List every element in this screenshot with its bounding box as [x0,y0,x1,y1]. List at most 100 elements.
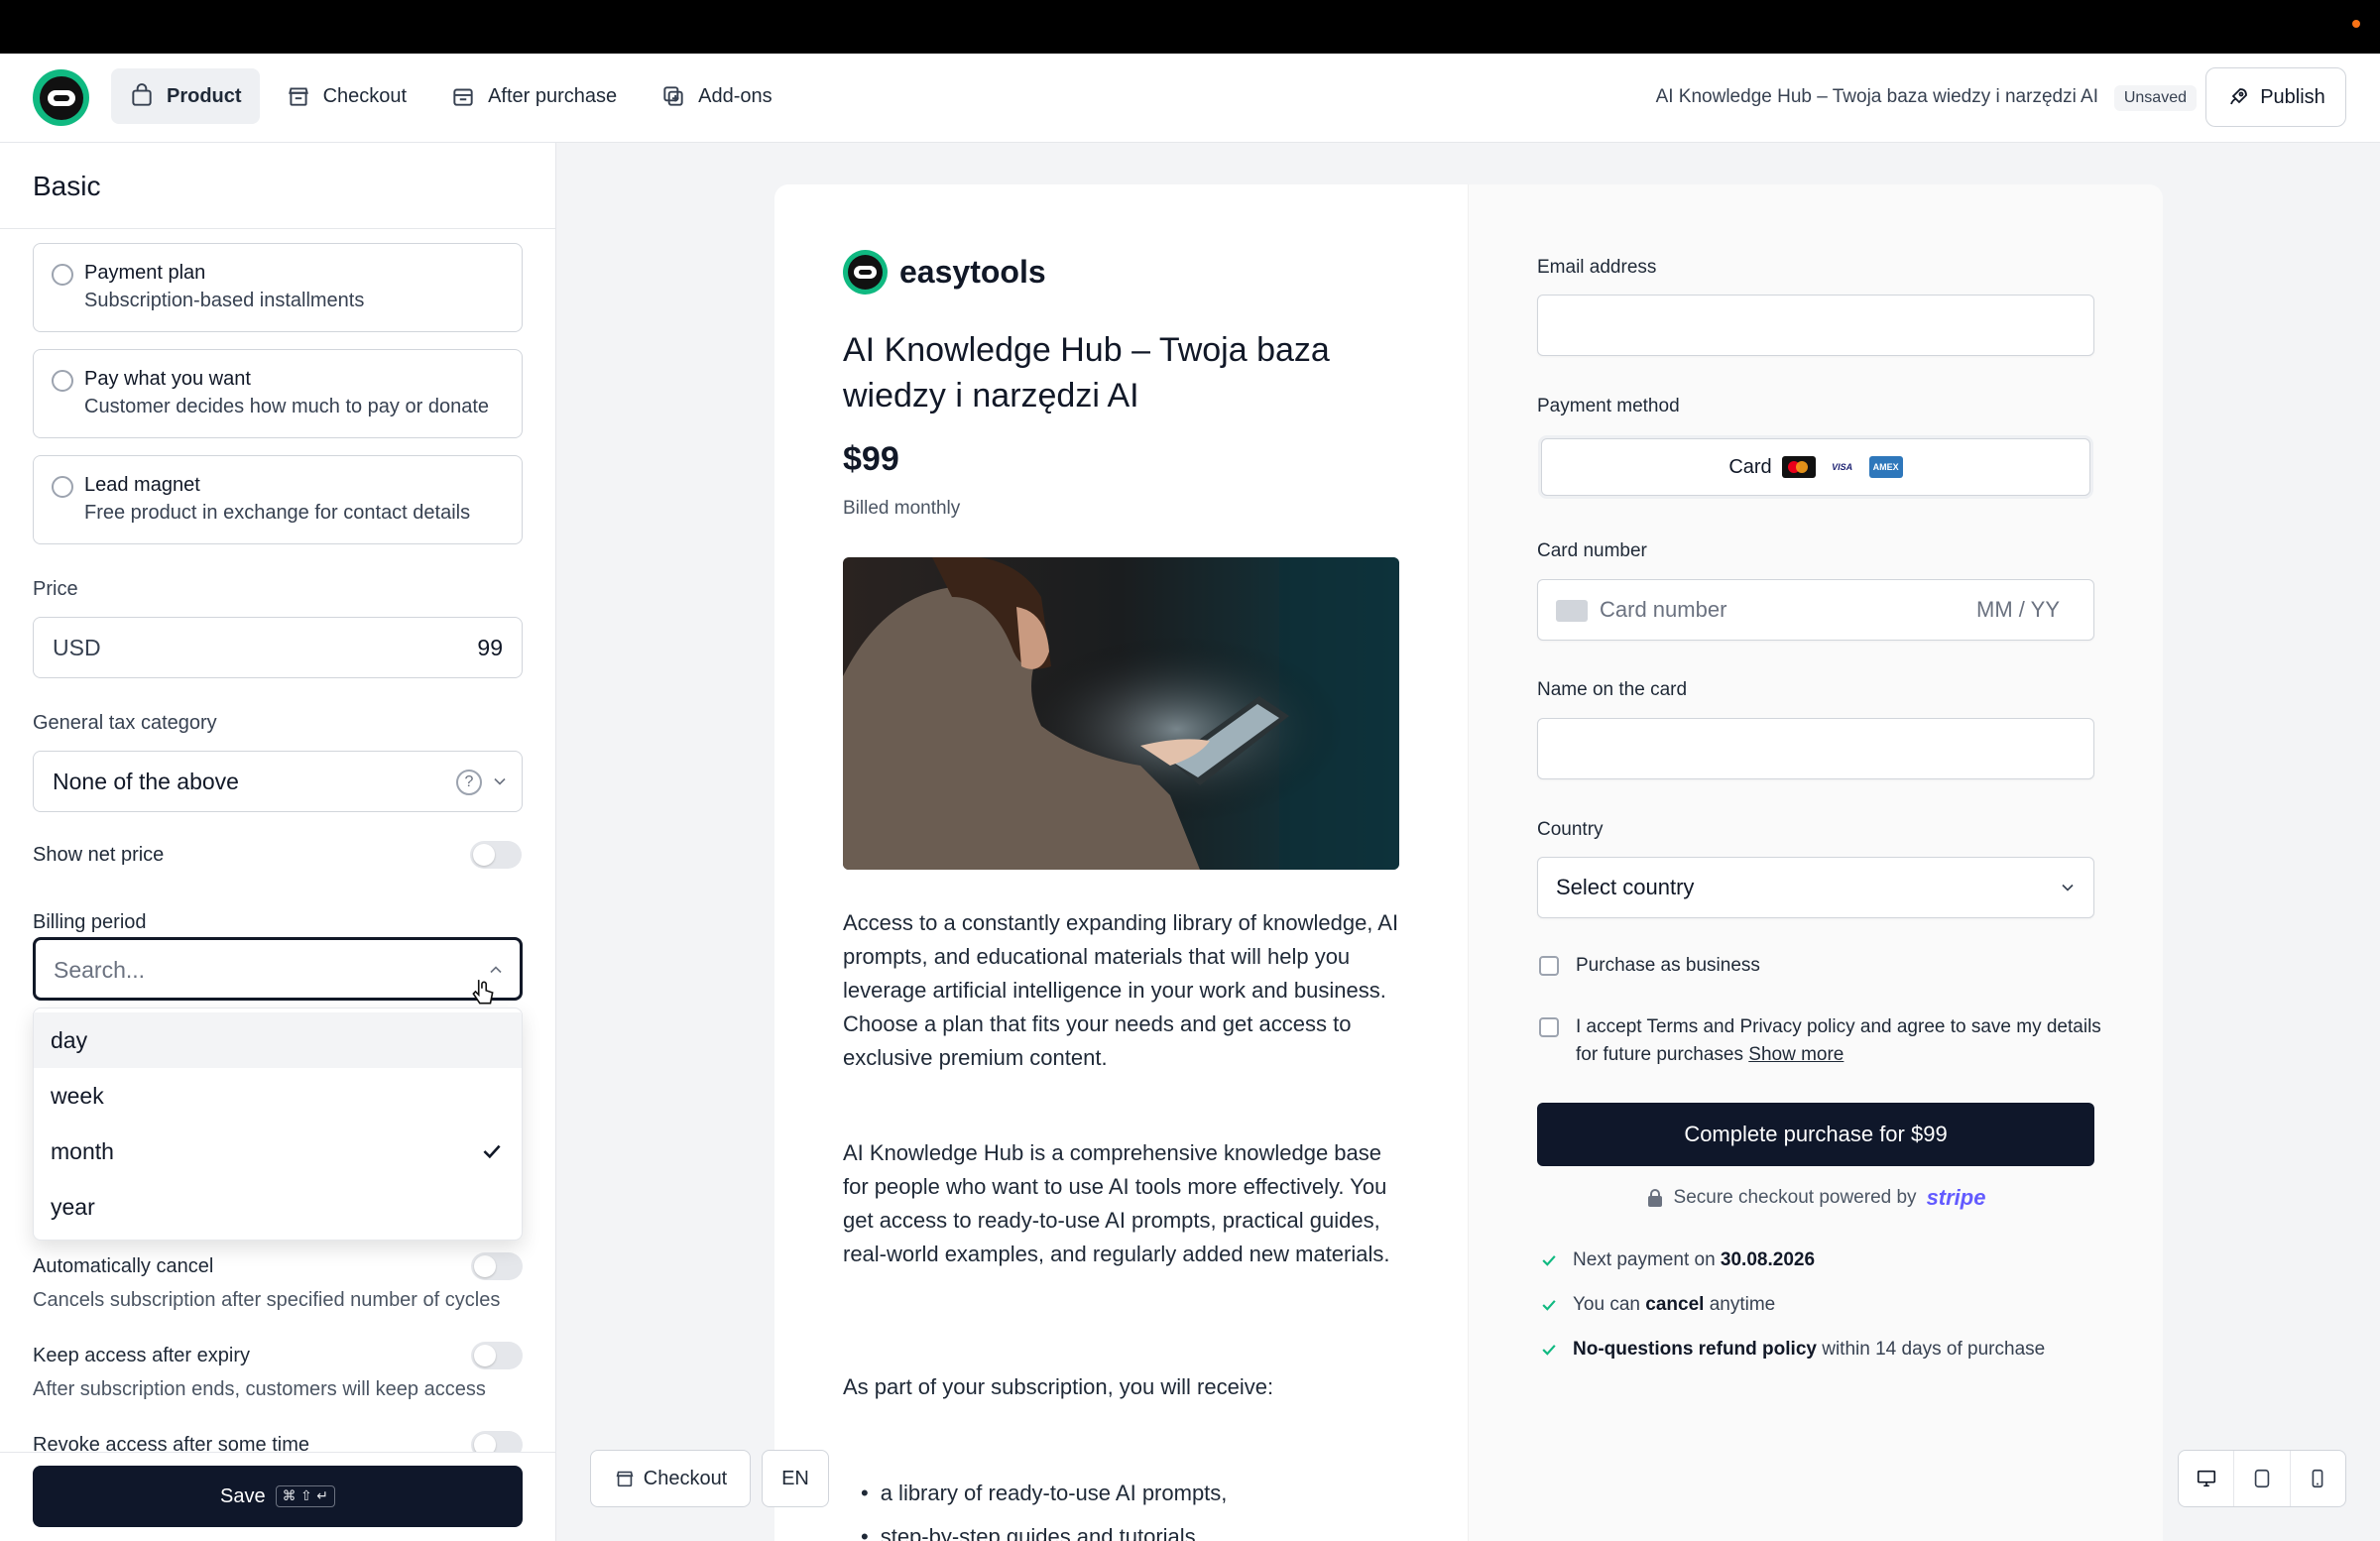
billing-period-dropdown: day week month year [33,1008,523,1241]
terms-text: I accept Terms and Privacy policy and ag… [1576,1013,2111,1069]
save-label: Save [220,1484,266,1507]
expiry-field[interactable]: MM / YY [1976,597,2060,623]
terms-checkbox[interactable] [1539,1017,1559,1037]
check-icon [1542,1255,1556,1266]
checkout-view-button[interactable]: Checkout [590,1450,751,1507]
app-header: Product Checkout After purchase Add-ons … [0,54,2380,143]
product-description-3: As part of your subscription, you will r… [843,1374,1274,1399]
mobile-view-button[interactable] [2291,1451,2345,1506]
auto-cancel-toggle[interactable] [471,1252,523,1280]
business-checkbox[interactable] [1539,956,1559,976]
radio-button[interactable] [52,370,73,392]
app-logo[interactable] [33,69,89,126]
store-icon [288,87,308,106]
product-description-2: AI Knowledge Hub is a comprehensive know… [843,1140,1390,1266]
card-number-field[interactable]: Card number MM / YY [1537,579,2094,641]
add-ons-icon [663,86,683,106]
dropdown-option-day[interactable]: day [34,1012,522,1068]
billing-note: Billed monthly [843,498,961,519]
perk-text: within 14 days of purchase [1816,1339,2046,1360]
keyboard-shortcut: ⌘ ⇧ ↵ [275,1485,335,1507]
perk-cancel: You can cancel anytime [1539,1294,1775,1316]
auto-cancel-description: Cancels subscription after specified num… [33,1289,501,1311]
chevron-up-icon [490,966,502,974]
keep-access-description: After subscription ends, customers will … [33,1378,486,1400]
tax-category-select[interactable]: None of the above ? [33,751,523,812]
desktop-icon [2197,1470,2215,1487]
option-label: year [51,1193,95,1220]
desktop-view-button[interactable] [2179,1451,2235,1506]
gift-box-icon [453,88,473,106]
language-button[interactable]: EN [762,1450,829,1507]
perk-next-payment: Next payment on 30.08.2026 [1539,1249,1815,1271]
perk-bold: cancel [1645,1294,1705,1315]
rocket-icon [2230,88,2248,105]
option-title: Payment plan [84,262,206,284]
dropdown-option-year[interactable]: year [34,1179,522,1235]
device-preview-switcher [2178,1450,2346,1507]
payment-method-card[interactable]: Card VISA AMEX [1541,438,2090,496]
secure-text: Secure checkout powered by [1673,1187,1917,1208]
option-title: Pay what you want [84,368,251,390]
list-item: step-by-step guides and tutorials, [861,1515,1227,1541]
perk-text: Next payment on [1573,1249,1721,1270]
dropdown-option-month[interactable]: month [34,1124,522,1179]
keep-access-toggle[interactable] [471,1342,523,1369]
email-field[interactable] [1537,295,2094,356]
country-select[interactable]: Select country [1537,857,2094,918]
radio-button[interactable] [52,476,73,498]
secure-checkout-note: Secure checkout powered by stripe [1537,1185,2094,1211]
section-title: Basic [0,143,555,229]
chevron-down-icon [2062,884,2074,891]
billing-period-search[interactable]: Search... [33,937,523,1001]
complete-purchase-button[interactable]: Complete purchase for $99 [1537,1103,2094,1166]
help-icon[interactable]: ? [456,770,482,795]
list-item: a library of ready-to-use AI prompts, [861,1472,1228,1515]
option-label: week [51,1082,104,1109]
dropdown-option-week[interactable]: week [34,1068,522,1124]
tab-after-purchase[interactable]: After purchase [432,68,635,124]
mouse-pointer-icon [472,980,494,1005]
auto-cancel-label: Automatically cancel [33,1255,214,1277]
show-net-price-toggle[interactable] [470,841,522,869]
show-more-link[interactable]: Show more [1748,1044,1844,1065]
tablet-icon [2254,1469,2270,1488]
tab-label: After purchase [488,84,618,107]
tablet-view-button[interactable] [2234,1451,2291,1506]
amex-icon: AMEX [1868,456,1903,478]
mastercard-icon [1781,456,1816,478]
pricing-option-pay-what-you-want[interactable]: Pay what you want Customer decides how m… [33,349,523,438]
pricing-option-payment-plan[interactable]: Payment plan Subscription-based installm… [33,243,523,332]
product-title: AI Knowledge Hub – Twoja baza wiedzy i n… [843,331,1330,415]
tab-label: Add-ons [698,84,773,107]
tab-product[interactable]: Product [111,68,260,124]
email-label: Email address [1537,257,1657,278]
checkmark-icon [483,1144,501,1159]
pricing-option-lead-magnet[interactable]: Lead magnet Free product in exchange for… [33,455,523,544]
visa-icon: VISA [1825,456,1859,478]
name-on-card-field[interactable] [1537,718,2094,779]
search-placeholder: Search... [54,957,146,983]
radio-button[interactable] [52,264,73,286]
currency-select[interactable]: USD [53,635,101,661]
perk-bold: No-questions refund policy [1573,1339,1817,1360]
publish-button[interactable]: Publish [2205,67,2346,127]
tab-checkout[interactable]: Checkout [268,68,425,124]
option-title: Lead magnet [84,474,200,496]
check-icon [1542,1300,1556,1311]
product-image [843,557,1399,870]
product-name-heading: AI Knowledge Hub – Twoja baza wiedzy i n… [1655,86,2098,107]
save-button[interactable]: Save ⌘ ⇧ ↵ [33,1466,523,1527]
perk-refund: No-questions refund policy within 14 day… [1539,1339,2045,1361]
card-number-placeholder: Card number [1600,597,1727,622]
product-description-1: Access to a constantly expanding library… [843,910,1399,1070]
option-description: Customer decides how much to pay or dona… [84,396,489,417]
credit-card-icon [1556,600,1588,622]
option-label: month [51,1137,114,1164]
tab-add-ons[interactable]: Add-ons [643,68,790,124]
settings-sidebar[interactable]: Basic Payment plan Subscription-based in… [0,143,556,1541]
price-input[interactable]: USD 99 [33,617,523,678]
publish-label: Publish [2260,85,2325,108]
unsaved-badge: Unsaved [2113,85,2197,111]
billing-period-label: Billing period [33,911,147,933]
